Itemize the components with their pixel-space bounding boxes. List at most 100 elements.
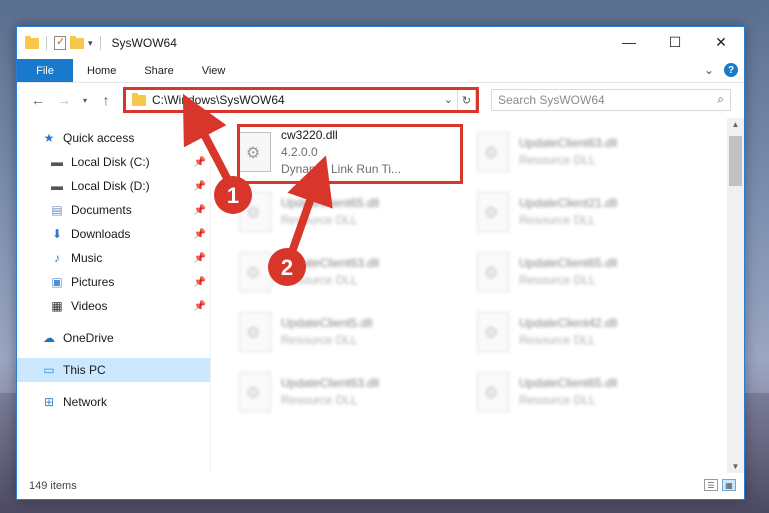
pin-icon[interactable]: 📌 xyxy=(194,253,206,264)
sidebar-item-this-pc[interactable]: ▭ This PC xyxy=(17,358,210,382)
pin-icon[interactable]: 📌 xyxy=(194,157,206,168)
sidebar-item-label: Downloads xyxy=(71,227,131,241)
new-folder-icon[interactable] xyxy=(70,35,84,49)
scroll-up-arrow-icon[interactable]: ▲ xyxy=(727,120,744,129)
scroll-down-arrow-icon[interactable]: ▼ xyxy=(727,462,744,471)
dll-file-icon xyxy=(477,132,509,172)
vertical-scrollbar[interactable]: ▲ ▼ xyxy=(727,118,744,473)
file-name: UpdateClient63.dll xyxy=(281,376,380,390)
file-item[interactable]: UpdateClient21.dll Resource DLL xyxy=(473,186,697,238)
tab-file[interactable]: File xyxy=(17,59,73,82)
minimize-button[interactable]: — xyxy=(606,27,652,57)
drive-icon: ▬ xyxy=(51,155,63,169)
window-title: SysWOW64 xyxy=(111,36,177,50)
help-icon[interactable]: ? xyxy=(724,63,738,77)
onedrive-icon: ☁ xyxy=(43,331,55,345)
sidebar-item-pictures[interactable]: ▣ Pictures 📌 xyxy=(17,270,210,294)
quick-access-toolbar: ▾ xyxy=(17,35,104,50)
customize-toolbar-chevron-icon[interactable]: ▾ xyxy=(88,38,93,49)
file-name: UpdateClient63.dll xyxy=(281,256,380,270)
pc-icon: ▭ xyxy=(43,363,55,377)
sidebar-item-videos[interactable]: ▦ Videos 📌 xyxy=(17,294,210,318)
file-item[interactable]: UpdateClient5.dll Resource DLL xyxy=(235,306,459,358)
file-name: UpdateClient65.dll xyxy=(519,376,618,390)
back-arrow-icon[interactable]: ← xyxy=(25,92,51,108)
annotation-highlight-address xyxy=(123,87,479,113)
pin-icon[interactable]: 📌 xyxy=(194,181,206,192)
file-item[interactable]: UpdateClient65.dll Resource DLL xyxy=(473,366,697,418)
file-type: Resource DLL xyxy=(519,333,596,347)
tab-view[interactable]: View xyxy=(188,59,240,82)
dll-file-icon xyxy=(477,192,509,232)
sidebar-item-downloads[interactable]: ⬇ Downloads 📌 xyxy=(17,222,210,246)
file-item[interactable]: UpdateClient63.dll Resource DLL xyxy=(235,246,459,298)
sidebar-item-local-disk-c[interactable]: ▬ Local Disk (C:) 📌 xyxy=(17,150,210,174)
navigation-bar: ← → ▾ ↑ C:\Windows\SysWOW64 ⌄ ↻ Search S… xyxy=(17,83,744,117)
up-arrow-icon[interactable]: ↑ xyxy=(93,92,119,108)
pin-icon[interactable]: 📌 xyxy=(194,229,206,240)
file-name: UpdateClient63.dll xyxy=(519,136,618,150)
scrollbar-thumb[interactable] xyxy=(729,136,742,186)
ribbon-controls: ⌄ ? xyxy=(704,63,738,77)
ribbon-tabs: File Home Share View ⌄ ? xyxy=(17,59,744,83)
expand-ribbon-chevron-icon[interactable]: ⌄ xyxy=(704,63,714,77)
pin-icon[interactable]: 📌 xyxy=(194,277,206,288)
sidebar-item-local-disk-d[interactable]: ▬ Local Disk (D:) 📌 xyxy=(17,174,210,198)
divider xyxy=(46,36,47,50)
sidebar-item-onedrive[interactable]: ☁ OneDrive xyxy=(17,326,210,350)
file-name: UpdateClient5.dll xyxy=(281,316,373,330)
file-type: Resource DLL xyxy=(281,273,358,287)
sidebar-item-music[interactable]: ♪ Music 📌 xyxy=(17,246,210,270)
file-type: Resource DLL xyxy=(281,333,358,347)
videos-icon: ▦ xyxy=(51,299,63,313)
tiles-view-icon[interactable]: ▦ xyxy=(722,479,736,491)
view-toggle: ☰ ▦ xyxy=(704,479,736,491)
file-type: Resource DLL xyxy=(519,213,596,227)
close-button[interactable]: ✕ xyxy=(698,27,744,57)
file-item[interactable]: UpdateClient42.dll Resource DLL xyxy=(473,306,697,358)
divider xyxy=(99,36,101,50)
file-item[interactable]: UpdateClient65.dll Resource DLL xyxy=(235,186,459,238)
status-bar: 149 items ☰ ▦ xyxy=(17,473,744,499)
file-type: Resource DLL xyxy=(519,273,596,287)
forward-arrow-icon[interactable]: → xyxy=(51,92,77,108)
sidebar-item-label: Local Disk (C:) xyxy=(71,155,150,169)
file-type: Resource DLL xyxy=(281,393,358,407)
sidebar-item-label: Documents xyxy=(71,203,132,217)
pin-icon[interactable]: 📌 xyxy=(194,205,206,216)
file-name: UpdateClient42.dll xyxy=(519,316,618,330)
dll-file-icon xyxy=(239,192,271,232)
dll-file-icon xyxy=(239,372,271,412)
sidebar-item-label: Videos xyxy=(71,299,108,313)
tab-home[interactable]: Home xyxy=(73,59,130,82)
sidebar-item-quick-access[interactable]: ★ Quick access xyxy=(17,126,210,150)
tab-share[interactable]: Share xyxy=(130,59,187,82)
file-name: UpdateClient65.dll xyxy=(281,196,380,210)
sidebar-item-label: Local Disk (D:) xyxy=(71,179,150,193)
maximize-button[interactable]: ☐ xyxy=(652,27,698,57)
sidebar-item-label: This PC xyxy=(63,363,106,377)
file-item[interactable]: UpdateClient63.dll Resource DLL xyxy=(235,366,459,418)
file-item[interactable]: UpdateClient65.dll Resource DLL xyxy=(473,246,697,298)
file-item[interactable]: UpdateClient63.dll Resource DLL xyxy=(473,126,697,178)
navigation-pane: ★ Quick access ▬ Local Disk (C:) 📌 ▬ Loc… xyxy=(17,118,211,473)
pin-icon[interactable]: 📌 xyxy=(194,301,206,312)
details-view-icon[interactable]: ☰ xyxy=(704,479,718,491)
sidebar-item-network[interactable]: ⊞ Network xyxy=(17,390,210,414)
recent-locations-chevron-icon[interactable]: ▾ xyxy=(77,96,93,105)
search-input[interactable]: Search SysWOW64 ⌕ xyxy=(491,89,731,111)
file-type: Resource DLL xyxy=(519,153,596,167)
file-explorer-window: ▾ SysWOW64 — ☐ ✕ File Home Share View ⌄ … xyxy=(16,26,745,500)
star-icon: ★ xyxy=(43,131,55,145)
search-icon[interactable]: ⌕ xyxy=(717,92,724,107)
properties-icon[interactable] xyxy=(54,35,66,50)
caption-buttons: — ☐ ✕ xyxy=(606,27,744,57)
folder-icon xyxy=(25,35,39,49)
dll-file-icon xyxy=(477,372,509,412)
sidebar-item-label: Network xyxy=(63,395,108,409)
sidebar-item-label: OneDrive xyxy=(63,331,114,345)
sidebar-item-documents[interactable]: ▤ Documents 📌 xyxy=(17,198,210,222)
dll-file-icon xyxy=(239,252,271,292)
